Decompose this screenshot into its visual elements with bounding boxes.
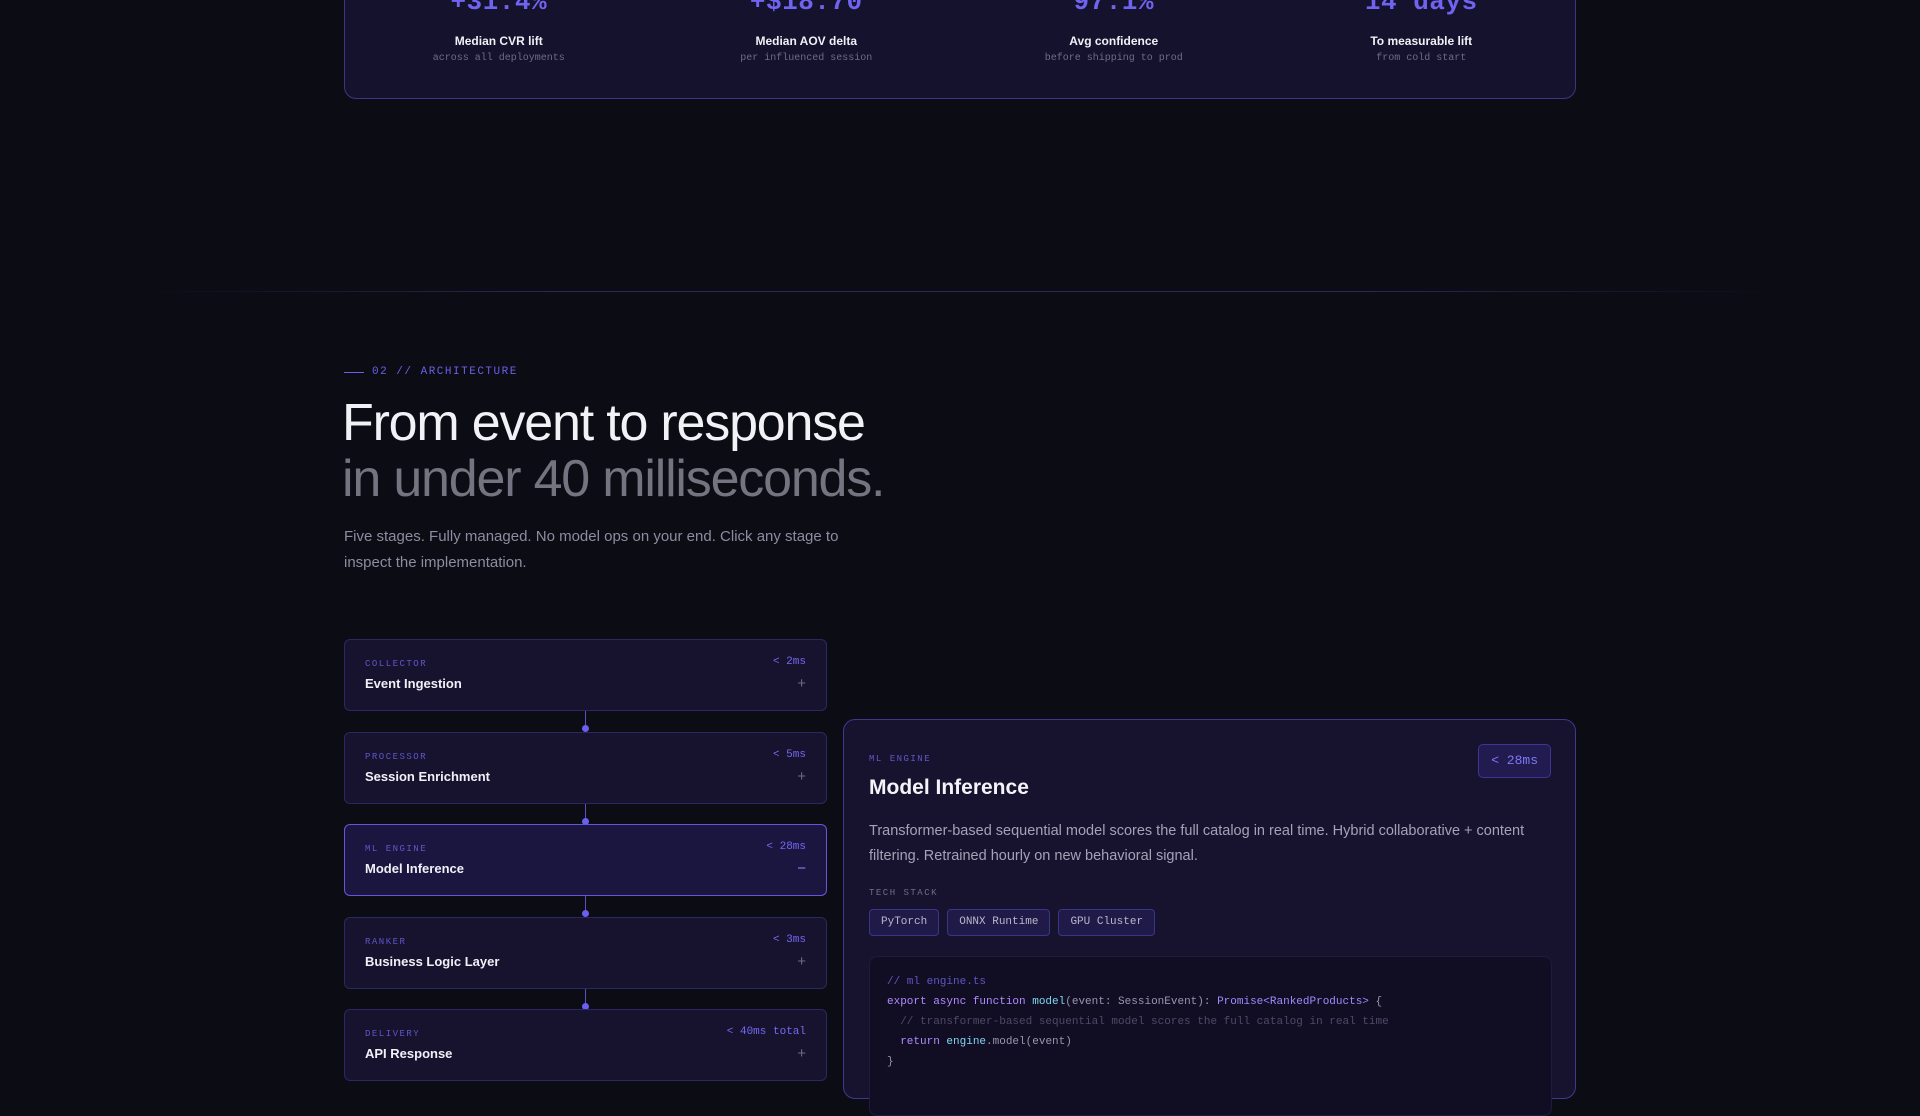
stage-connector bbox=[582, 804, 589, 825]
section-eyebrow: 02 // ARCHITECTURE bbox=[344, 366, 518, 378]
headline-line-1: From event to response bbox=[342, 394, 866, 452]
code-args: (event: SessionEvent): bbox=[1065, 996, 1218, 1008]
section-headline: From event to response in under 40 milli… bbox=[342, 394, 886, 508]
stat-sub: per influenced session bbox=[740, 53, 873, 64]
tech-stack-chips: PyTorch ONNX Runtime GPU Cluster bbox=[869, 909, 1156, 936]
tech-stack-label: TECH STACK bbox=[869, 888, 939, 898]
stage-title: API Response bbox=[365, 1046, 453, 1061]
stage-api-response[interactable]: DELIVERY API Response < 40ms total + bbox=[344, 1009, 827, 1081]
code-comment: // ml engine.ts bbox=[887, 976, 987, 988]
stage-tag: COLLECTOR bbox=[365, 659, 428, 669]
headline-line-2: in under 40 milliseconds. bbox=[342, 450, 886, 508]
stat-cvr-lift: +31.4% Median CVR lift across all deploy… bbox=[345, 0, 653, 98]
stat-label: Median CVR lift bbox=[454, 34, 543, 48]
stage-business-logic[interactable]: RANKER Business Logic Layer < 3ms + bbox=[344, 917, 827, 989]
stage-title: Event Ingestion bbox=[365, 676, 462, 691]
code-call: .model(event) bbox=[986, 1036, 1072, 1048]
stage-event-ingestion[interactable]: COLLECTOR Event Ingestion < 2ms + bbox=[344, 639, 827, 711]
stage-model-inference[interactable]: ML ENGINE Model Inference < 28ms − bbox=[344, 824, 827, 896]
tech-chip-pytorch: PyTorch bbox=[869, 909, 940, 936]
stats-panel: +31.4% Median CVR lift across all deploy… bbox=[344, 0, 1576, 99]
stat-sub: from cold start bbox=[1376, 53, 1467, 64]
stat-label: Median AOV delta bbox=[755, 34, 858, 48]
code-line: return engine.model(event) bbox=[887, 1032, 1534, 1052]
stage-tag: PROCESSOR bbox=[365, 752, 428, 762]
eyebrow-line bbox=[344, 371, 364, 373]
stat-value: +31.4% bbox=[450, 0, 548, 17]
expand-icon: + bbox=[797, 953, 806, 970]
stage-connector bbox=[582, 896, 589, 917]
stage-tag: ML ENGINE bbox=[365, 844, 428, 854]
stat-value: +$18.70 bbox=[749, 0, 863, 17]
code-line: export async function model(event: Sessi… bbox=[887, 992, 1534, 1012]
stat-sub: before shipping to prod bbox=[1044, 53, 1183, 64]
code-type: Promise<RankedProducts> bbox=[1217, 996, 1369, 1008]
code-line: // ml engine.ts bbox=[887, 972, 1534, 992]
stage-title: Business Logic Layer bbox=[365, 954, 500, 969]
expand-icon: + bbox=[797, 1045, 806, 1062]
stat-value: 97.1% bbox=[1073, 0, 1154, 17]
code-function: engine bbox=[946, 1036, 987, 1048]
stage-tag: RANKER bbox=[365, 937, 407, 947]
code-comment: // transformer-based sequential model sc… bbox=[887, 1016, 1389, 1028]
stage-connector bbox=[582, 989, 589, 1010]
eyebrow-text: 02 // ARCHITECTURE bbox=[372, 366, 518, 378]
stage-connector bbox=[582, 711, 589, 732]
detail-description: Transformer-based sequential model score… bbox=[869, 823, 1525, 864]
code-keyword: export async function bbox=[887, 996, 1033, 1008]
latency-badge: < 28ms bbox=[1478, 744, 1551, 778]
section-lede: Five stages. Fully managed. No model ops… bbox=[344, 528, 839, 571]
expand-icon: + bbox=[797, 768, 806, 785]
stat-aov-delta: +$18.70 Median AOV delta per influenced … bbox=[653, 0, 961, 98]
tech-chip-gpu: GPU Cluster bbox=[1058, 909, 1156, 936]
stat-sub: across all deployments bbox=[432, 53, 565, 64]
stage-latency: < 40ms total bbox=[726, 1026, 806, 1038]
code-sample: // ml engine.ts export async function mod… bbox=[869, 956, 1552, 1116]
stat-time-to-lift: 14 days To measurable lift from cold sta… bbox=[1268, 0, 1576, 98]
detail-title: Model Inference bbox=[869, 776, 1029, 799]
stage-latency: < 28ms bbox=[766, 841, 806, 853]
stage-latency: < 5ms bbox=[772, 749, 806, 761]
stage-detail-panel: ML ENGINE Model Inference < 28ms Transfo… bbox=[843, 719, 1576, 1116]
stage-latency: < 2ms bbox=[772, 656, 806, 668]
stage-title: Model Inference bbox=[365, 861, 464, 876]
code-brace: { bbox=[1368, 996, 1383, 1008]
stat-label: To measurable lift bbox=[1370, 34, 1473, 48]
stage-session-enrichment[interactable]: PROCESSOR Session Enrichment < 5ms + bbox=[344, 732, 827, 804]
stat-avg-confidence: 97.1% Avg confidence before shipping to … bbox=[960, 0, 1268, 98]
stage-tag: DELIVERY bbox=[365, 1029, 421, 1039]
stat-value: 14 days bbox=[1364, 0, 1478, 17]
tech-chip-onnx: ONNX Runtime bbox=[947, 909, 1051, 936]
expand-icon: + bbox=[797, 675, 806, 692]
stat-label: Avg confidence bbox=[1069, 34, 1159, 48]
code-keyword: return bbox=[887, 1036, 947, 1048]
stage-latency: < 3ms bbox=[772, 934, 806, 946]
detail-tag: ML ENGINE bbox=[869, 754, 932, 764]
code-line: // transformer-based sequential model sc… bbox=[887, 1012, 1534, 1032]
section-divider bbox=[140, 291, 1780, 292]
collapse-icon: − bbox=[797, 860, 806, 877]
code-brace: } bbox=[887, 1056, 894, 1068]
stage-title: Session Enrichment bbox=[365, 769, 490, 784]
code-line: } bbox=[887, 1052, 1534, 1072]
code-function: model bbox=[1032, 996, 1066, 1008]
